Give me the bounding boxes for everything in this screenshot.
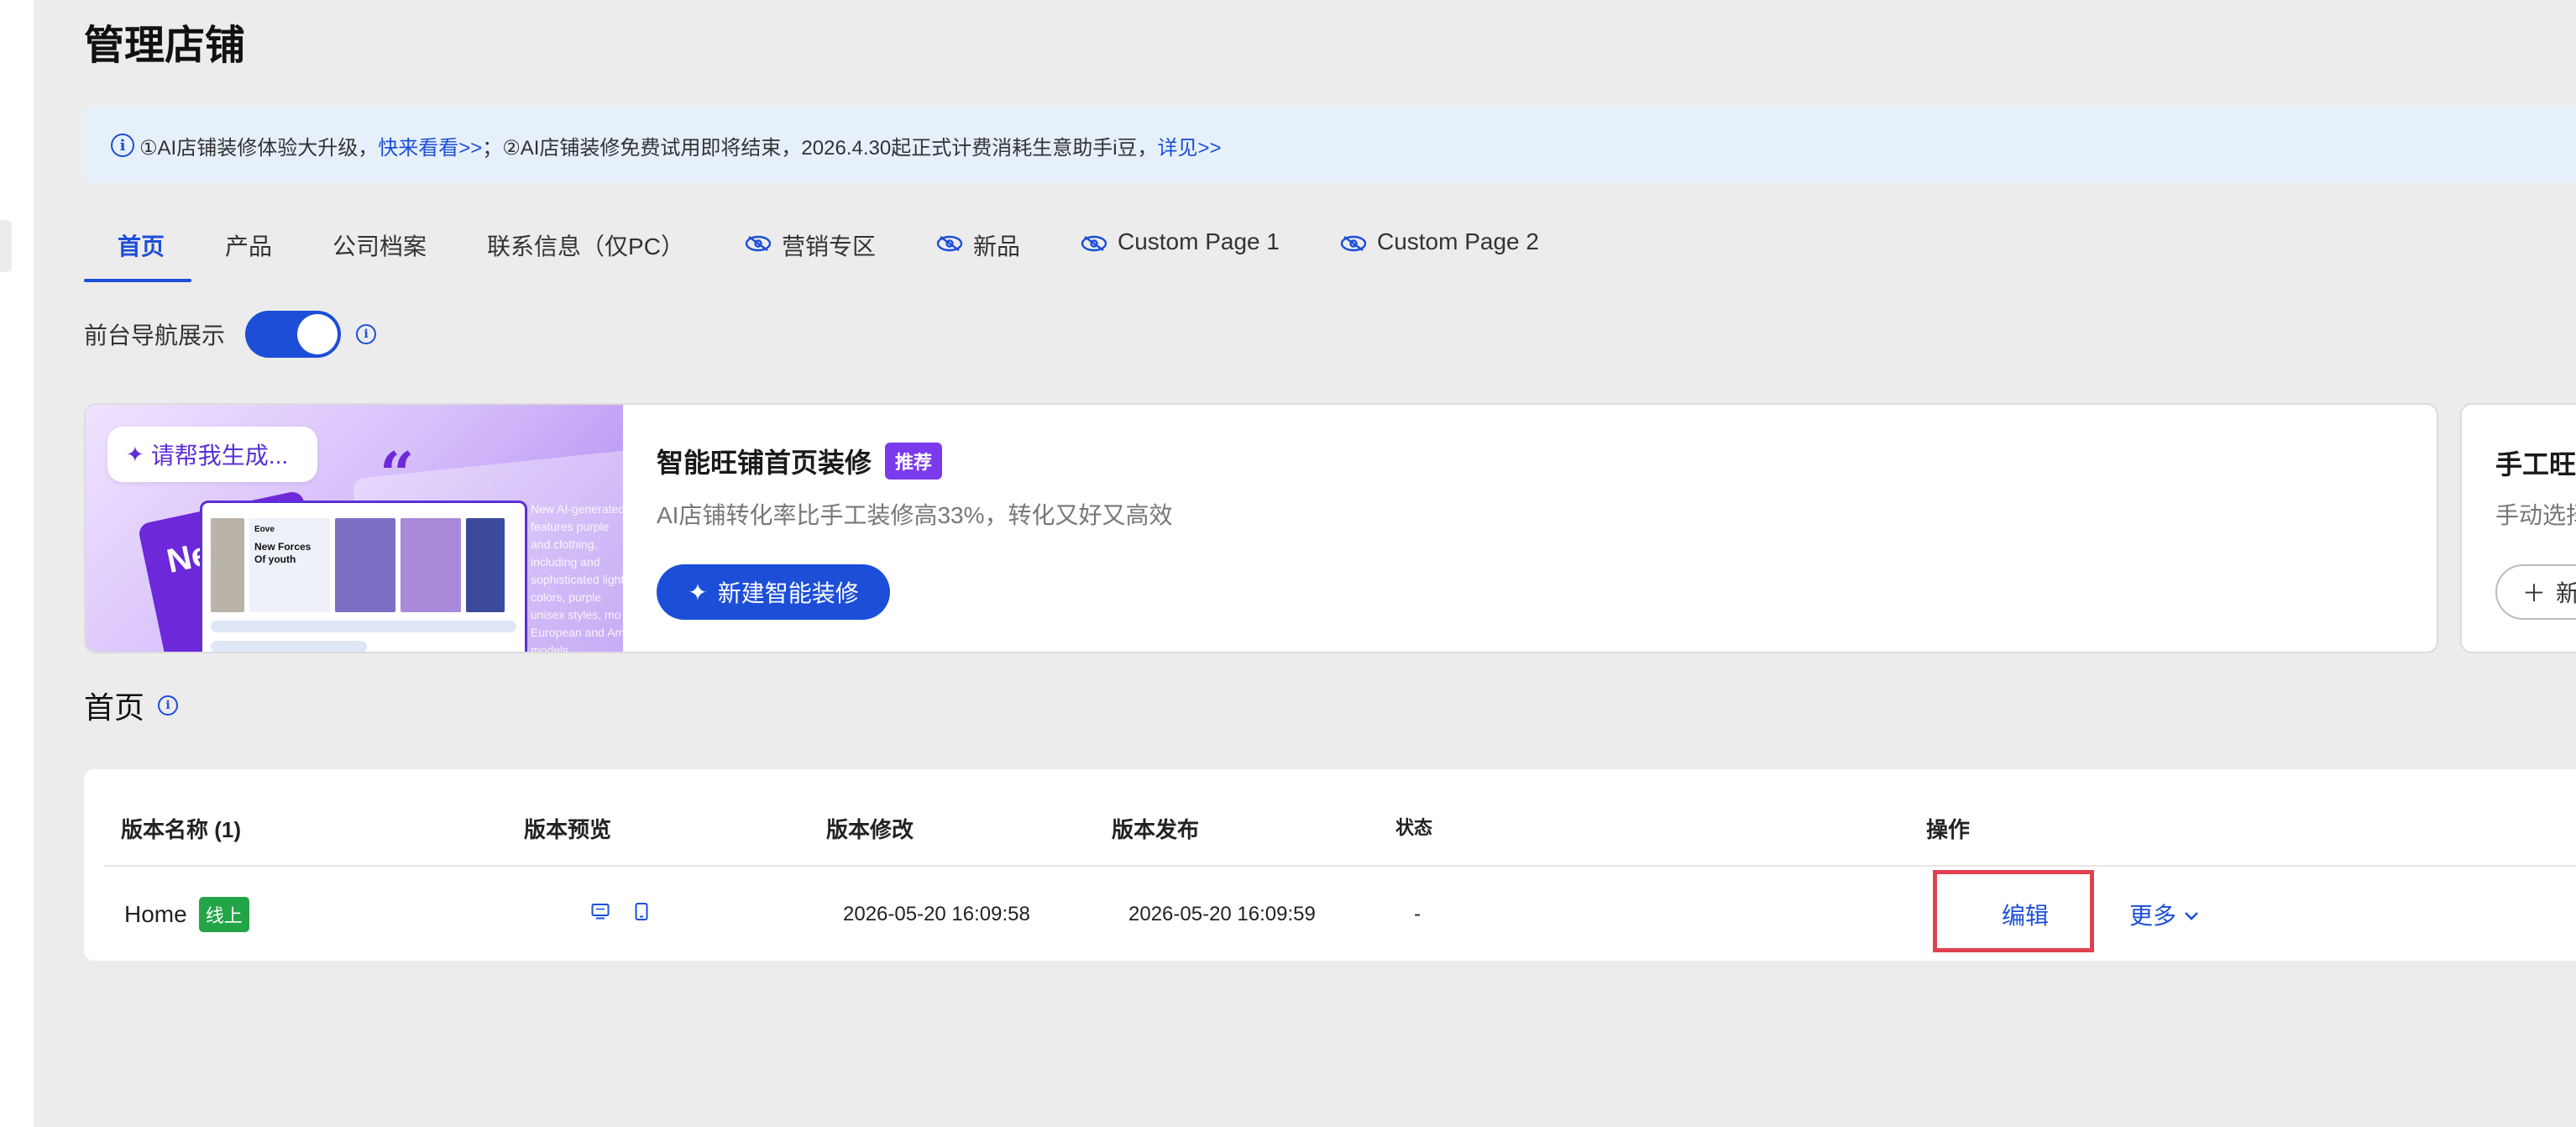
notice-banner: i ①AI店铺装修体验大升级， 快来看看>> ；②AI店铺装修免费试用即将结束，… [84, 107, 2576, 183]
version-name-cell: Home 线上 [124, 897, 249, 932]
tab-label: 营销专区 [781, 233, 876, 259]
versions-table: 版本名称 (1) 版本预览 版本修改 版本发布 状态 操作 Home 线上 20… [84, 769, 2576, 961]
online-badge: 线上 [198, 897, 249, 932]
tab-label: 公司档案 [332, 233, 427, 259]
table-header: 版本名称 (1) 版本预览 版本修改 版本发布 状态 操作 [104, 769, 2576, 867]
notice-text-2: ；②AI店铺装修免费试用即将结束，2026.4.30起正式计费消耗生意助手i豆， [482, 136, 1158, 160]
column-header-modified: 版本修改 [826, 817, 914, 842]
nav-display-toggle-row: 前台导航展示 i [84, 311, 377, 358]
manual-card-title: 手工旺 [2495, 449, 2576, 480]
model-photo [401, 518, 461, 612]
mobile-preview-icon[interactable] [635, 903, 648, 927]
preview-banner: Eove New Forces Of youth [249, 518, 330, 612]
tab-label: 首页 [118, 233, 165, 259]
eye-hidden-icon [936, 232, 963, 259]
new-manual-decoration-button[interactable]: ＋ 新 [2495, 564, 2576, 620]
tab-company-profile[interactable]: 公司档案 [332, 222, 427, 282]
more-label: 更多 [2129, 903, 2177, 929]
model-photo [466, 518, 505, 612]
column-header-status: 状态 [1395, 817, 1433, 838]
tab-custom-page-2[interactable]: Custom Page 2 [1340, 222, 1539, 282]
info-icon[interactable]: i [356, 324, 377, 344]
model-photo [335, 518, 395, 612]
tab-label: Custom Page 2 [1376, 228, 1539, 254]
info-icon[interactable]: i [158, 695, 179, 716]
column-header-name: 版本名称 (1) [121, 817, 242, 842]
button-label: 新建智能装修 [717, 580, 859, 606]
left-sidebar [0, 0, 34, 1127]
column-header-actions: 操作 [1926, 817, 1971, 842]
tab-new-products[interactable]: 新品 [936, 222, 1020, 282]
desktop-preview-icon[interactable] [591, 903, 610, 927]
prompt-bubble: ✦ 请帮我生成... [107, 427, 317, 482]
notice-link-learn-more[interactable]: 快来看看>> [378, 131, 482, 160]
modified-time: 2026-05-20 16:09:58 [843, 903, 1030, 925]
eye-hidden-icon [1340, 232, 1367, 259]
new-ai-decoration-button[interactable]: ✦ 新建智能装修 [657, 564, 890, 620]
info-icon: i [111, 134, 134, 157]
prompt-text: 请帮我生成... [150, 443, 289, 469]
notice-text-1: ①AI店铺装修体验大升级， [139, 136, 379, 160]
chevron-down-icon [2183, 901, 2200, 928]
tab-label: 联系信息（仅PC） [487, 233, 684, 259]
column-header-preview: 版本预览 [524, 817, 612, 842]
ai-card-title-row: 智能旺铺首页装修 推荐 [657, 442, 943, 480]
model-photo [211, 518, 244, 612]
main-content: 管理店铺 i ①AI店铺装修体验大升级， 快来看看>> ；②AI店铺装修免费试用… [34, 0, 2576, 1127]
manual-card-description: 手动选择 [2495, 502, 2576, 528]
page-title: 管理店铺 [84, 24, 246, 68]
table-row: Home 线上 2026-05-20 16:09:58 2026-05-20 1… [104, 868, 2576, 961]
sparkle-icon: ✦ [126, 441, 144, 467]
tab-label: 产品 [225, 233, 273, 259]
published-time: 2026-05-20 16:09:59 [1128, 903, 1316, 925]
tab-home[interactable]: 首页 [84, 222, 192, 282]
tab-label: Custom Page 1 [1117, 228, 1280, 254]
column-header-published: 版本发布 [1112, 817, 1200, 842]
switch-knob [297, 314, 338, 354]
recommend-badge: 推荐 [885, 443, 943, 480]
preview-placeholder-bar [211, 641, 367, 652]
page-tabs: 首页 产品 公司档案 联系信息（仅PC） 营销专区 新品 Custom Page… [84, 222, 1600, 282]
tab-label: 新品 [972, 233, 1020, 259]
ai-decoration-card: New Ho “ New AI-generated features purpl… [84, 403, 2438, 653]
ai-illustration: New Ho “ New AI-generated features purpl… [86, 405, 623, 653]
button-label: 新 [2556, 575, 2576, 609]
illustration-preview-screen: Eove New Forces Of youth [200, 501, 527, 652]
nav-display-switch[interactable] [245, 311, 342, 358]
ai-card-title: 智能旺铺首页装修 [657, 448, 872, 478]
ai-card-description: AI店铺转化率比手工装修高33%，转化又好又高效 [657, 502, 1173, 528]
quote-icon: “ [380, 438, 415, 510]
illustration-faded-text: New AI-generated features purple and clo… [531, 502, 623, 653]
sparkle-icon: ✦ [688, 579, 708, 605]
tab-marketing[interactable]: 营销专区 [745, 222, 876, 282]
preview-placeholder-bar [211, 621, 516, 632]
version-name: Home [124, 901, 187, 927]
sidebar-collapse-handle[interactable] [0, 220, 12, 272]
section-title: 首页 [84, 690, 145, 725]
section-header: 首页 i [84, 684, 179, 727]
edit-highlight-box [1933, 870, 2094, 952]
tab-contact-info[interactable]: 联系信息（仅PC） [487, 222, 684, 282]
eye-hidden-icon [1081, 232, 1107, 259]
notice-link-details[interactable]: 详见>> [1158, 131, 1222, 160]
manual-decoration-card: 手工旺 手动选择 ＋ 新 [2460, 403, 2576, 653]
tab-products[interactable]: 产品 [225, 222, 272, 282]
tab-custom-page-1[interactable]: Custom Page 1 [1081, 222, 1280, 282]
status-value: - [1414, 903, 1421, 925]
eye-hidden-icon [745, 232, 772, 259]
nav-display-label: 前台导航展示 [84, 322, 226, 349]
preview-cell [591, 903, 648, 927]
more-dropdown[interactable]: 更多 [2129, 898, 2200, 931]
plus-icon: ＋ [2522, 580, 2547, 606]
